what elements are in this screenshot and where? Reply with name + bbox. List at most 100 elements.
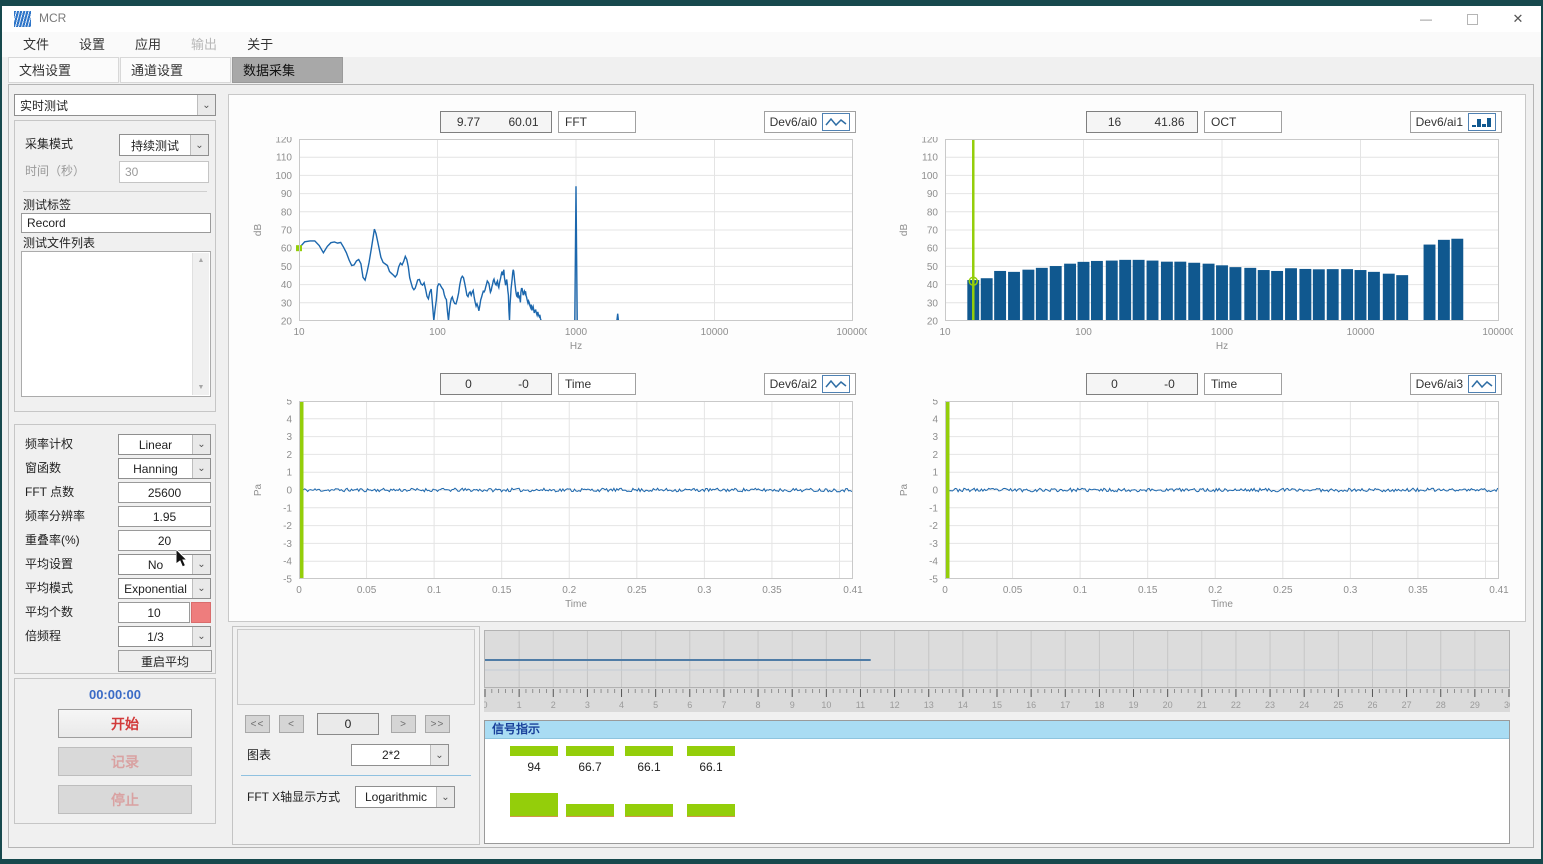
- svg-text:-3: -3: [283, 539, 292, 550]
- svg-text:27: 27: [1402, 700, 1412, 710]
- menu-settings[interactable]: 设置: [64, 32, 120, 57]
- window-function-select[interactable]: Hanning⌄: [118, 458, 211, 479]
- test-file-list[interactable]: ▲ ▼: [21, 251, 211, 397]
- tab-document-settings[interactable]: 文档设置: [8, 57, 119, 83]
- chart-plot[interactable]: -5-4-3-2-101234500.050.10.150.20.250.30.…: [243, 399, 867, 619]
- acquisition-group: 采集模式 持续测试 ⌄ 时间（秒） 30 测试标签 Record 测试文件列表 …: [14, 120, 216, 412]
- signal-level-value: 66.1: [687, 760, 735, 774]
- tab-channel-settings[interactable]: 通道设置: [120, 57, 231, 83]
- svg-text:1: 1: [932, 468, 938, 479]
- svg-text:0.3: 0.3: [1343, 585, 1357, 596]
- close-button[interactable]: ✕: [1495, 6, 1541, 32]
- nav-index-value[interactable]: 0: [317, 713, 379, 735]
- svg-text:25: 25: [1333, 700, 1343, 710]
- test-tag-input[interactable]: Record: [21, 213, 211, 233]
- svg-text:5: 5: [932, 399, 938, 408]
- svg-text:26: 26: [1367, 700, 1377, 710]
- average-mode-select[interactable]: Exponential⌄: [118, 578, 211, 599]
- signal-level-meter: [687, 804, 735, 817]
- svg-text:23: 23: [1265, 700, 1275, 710]
- acq-mode-select[interactable]: 持续测试 ⌄: [119, 134, 209, 156]
- menu-about[interactable]: 关于: [232, 32, 288, 57]
- svg-text:10: 10: [821, 700, 831, 710]
- readout-x: 16: [1087, 112, 1142, 132]
- svg-text:Hz: Hz: [570, 341, 582, 352]
- start-button[interactable]: 开始: [58, 709, 192, 738]
- channel-selector[interactable]: Dev6/ai1: [1410, 111, 1502, 133]
- signal-channel-1: 66.7: [566, 738, 614, 843]
- stop-button[interactable]: 停止: [58, 785, 192, 814]
- svg-text:30: 30: [1504, 700, 1510, 710]
- readout-x: 0: [1087, 374, 1142, 394]
- channel-selector[interactable]: Dev6/ai3: [1410, 373, 1502, 395]
- scroll-up-icon[interactable]: ▲: [193, 253, 209, 268]
- overlap-percent-input[interactable]: 20: [118, 530, 211, 551]
- svg-text:0.25: 0.25: [627, 585, 647, 596]
- chart-plot[interactable]: 2030405060708090100110120101001000100001…: [243, 137, 867, 357]
- svg-text:70: 70: [927, 226, 939, 237]
- svg-text:0: 0: [932, 486, 938, 497]
- svg-text:0.41: 0.41: [843, 585, 863, 596]
- svg-text:-1: -1: [929, 503, 938, 514]
- svg-text:70: 70: [281, 226, 293, 237]
- average-setting-label: 平均设置: [25, 554, 73, 575]
- octave-select[interactable]: 1/3⌄: [118, 626, 211, 647]
- svg-text:120: 120: [275, 137, 292, 146]
- scroll-down-icon[interactable]: ▼: [193, 380, 209, 395]
- divider: [241, 775, 471, 776]
- chart-plot[interactable]: 2030405060708090100110120101001000100001…: [889, 137, 1513, 357]
- svg-text:2: 2: [286, 450, 292, 461]
- signal-status-bar: [510, 746, 558, 756]
- svg-text:2: 2: [932, 450, 938, 461]
- content-area: 实时测试 ⌄ 采集模式 持续测试 ⌄ 时间（秒） 30 测试标签 Record …: [8, 84, 1534, 848]
- freq-resolution-input[interactable]: 1.95: [118, 506, 211, 527]
- svg-text:30: 30: [927, 298, 939, 309]
- maximize-button[interactable]: [1449, 6, 1495, 32]
- nav-last-button[interactable]: >>: [425, 715, 450, 733]
- app-window: MCR — ✕ 文件设置应用输出关于 文档设置通道设置数据采集 实时测试 ⌄ 采…: [0, 0, 1543, 864]
- menu-file[interactable]: 文件: [8, 32, 64, 57]
- svg-text:0.15: 0.15: [492, 585, 512, 596]
- menu-output[interactable]: 输出: [176, 32, 232, 57]
- chevron-down-icon: ⌄: [197, 95, 215, 115]
- svg-text:3: 3: [286, 432, 292, 443]
- svg-text:16: 16: [1026, 700, 1036, 710]
- svg-text:9: 9: [790, 700, 795, 710]
- chart-type-label: OCT: [1204, 111, 1282, 133]
- freq-weighting-select[interactable]: Linear⌄: [118, 434, 211, 455]
- channel-selector[interactable]: Dev6/ai0: [764, 111, 856, 133]
- svg-text:-4: -4: [283, 557, 292, 568]
- menu-application[interactable]: 应用: [120, 32, 176, 57]
- test-mode-select[interactable]: 实时测试 ⌄: [14, 94, 216, 116]
- freq-weighting-value: Linear: [119, 435, 192, 454]
- fft-points-input[interactable]: 25600: [118, 482, 211, 503]
- menu-bar: 文件设置应用输出关于: [2, 32, 1541, 57]
- fft-xaxis-select[interactable]: Logarithmic ⌄: [355, 786, 455, 808]
- record-timeline-scrubber[interactable]: 0123456789101112131415161718192021222324…: [484, 630, 1510, 712]
- svg-text:60: 60: [927, 244, 939, 255]
- svg-text:3: 3: [932, 432, 938, 443]
- chart-plot[interactable]: -5-4-3-2-101234500.050.10.150.20.250.30.…: [889, 399, 1513, 619]
- average-count-input[interactable]: 10: [118, 602, 190, 623]
- svg-text:90: 90: [927, 189, 939, 200]
- signal-level-value: 66.7: [566, 760, 614, 774]
- time-input[interactable]: 30: [119, 161, 209, 183]
- record-button[interactable]: 记录: [58, 747, 192, 776]
- restart-average-button[interactable]: 重启平均: [118, 650, 212, 672]
- nav-next-button[interactable]: >: [391, 715, 416, 733]
- svg-text:Pa: Pa: [253, 483, 264, 496]
- signal-status-bar: [566, 746, 614, 756]
- svg-text:0.1: 0.1: [427, 585, 441, 596]
- line-chart-icon: [822, 113, 850, 131]
- channel-selector[interactable]: Dev6/ai2: [764, 373, 856, 395]
- tab-data-acquisition[interactable]: 数据采集: [232, 57, 343, 83]
- nav-prev-button[interactable]: <: [279, 715, 304, 733]
- time-label: 时间（秒）: [25, 161, 85, 182]
- chart-layout-select[interactable]: 2*2 ⌄: [351, 744, 449, 766]
- svg-text:5: 5: [653, 700, 658, 710]
- nav-first-button[interactable]: <<: [245, 715, 270, 733]
- svg-text:5: 5: [286, 399, 292, 408]
- average-setting-select[interactable]: No⌄: [118, 554, 211, 575]
- minimize-button[interactable]: —: [1403, 6, 1449, 32]
- scrollbar[interactable]: ▲ ▼: [192, 253, 209, 395]
